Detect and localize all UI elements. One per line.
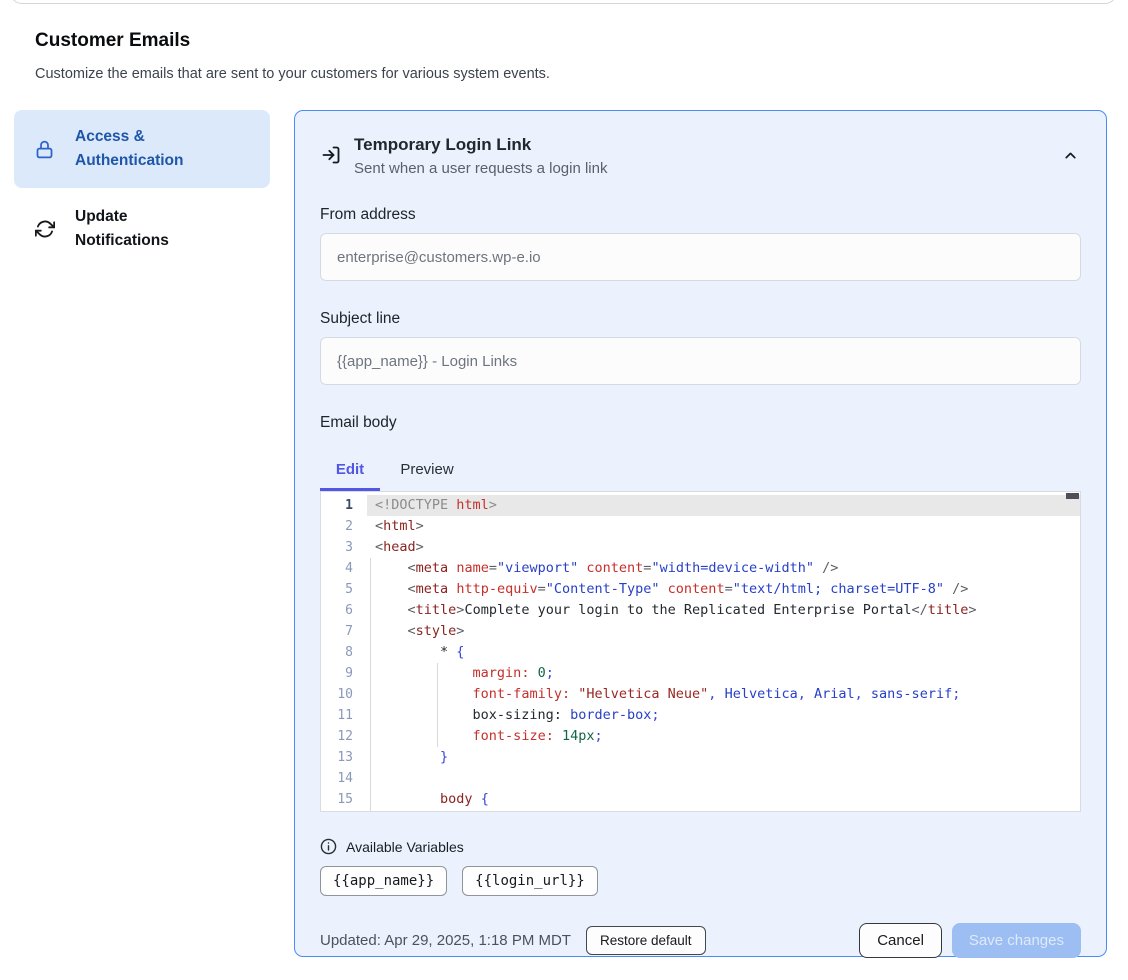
cancel-button[interactable]: Cancel bbox=[859, 923, 942, 958]
sidebar-item-label: Access & Authentication bbox=[75, 125, 225, 173]
line-number: 14 bbox=[321, 768, 367, 789]
indent-guide bbox=[370, 558, 371, 811]
line-number: 4 bbox=[321, 558, 367, 579]
code-line-content: box-sizing: border-box; bbox=[367, 705, 1080, 726]
from-address-label: From address bbox=[320, 206, 1081, 224]
code-line[interactable]: 6 <title>Complete your login to the Repl… bbox=[321, 600, 1080, 621]
from-address-input[interactable] bbox=[320, 233, 1081, 281]
code-line[interactable]: 15 body { bbox=[321, 789, 1080, 810]
line-number: 3 bbox=[321, 537, 367, 558]
code-line-content: <style> bbox=[367, 621, 1080, 642]
code-line-content: <html> bbox=[367, 516, 1080, 537]
line-number: 15 bbox=[321, 789, 367, 810]
code-line[interactable]: 16 background-color: #f6f9fc; bbox=[321, 810, 1080, 812]
sidebar: Access & Authentication Update Notificat… bbox=[14, 110, 270, 253]
tab-edit[interactable]: Edit bbox=[320, 455, 380, 488]
chevron-up-icon bbox=[1062, 147, 1079, 164]
code-line[interactable]: 12 font-size: 14px; bbox=[321, 726, 1080, 747]
code-line[interactable]: 4 <meta name="viewport" content="width=d… bbox=[321, 558, 1080, 579]
variable-chips: {{app_name}} {{login_url}} bbox=[320, 866, 1081, 896]
collapse-panel-button[interactable] bbox=[1062, 147, 1079, 164]
code-line-content: <title>Complete your login to the Replic… bbox=[367, 600, 1080, 621]
panel-footer: Updated: Apr 29, 2025, 1:18 PM MDT Resto… bbox=[320, 923, 1081, 958]
available-variables-label: Available Variables bbox=[346, 839, 464, 855]
sidebar-item-access-authentication[interactable]: Access & Authentication bbox=[14, 110, 270, 188]
code-line-content bbox=[367, 768, 1080, 789]
tab-preview[interactable]: Preview bbox=[389, 455, 465, 488]
code-line-content: body { bbox=[367, 789, 1080, 810]
subject-line-input[interactable] bbox=[320, 337, 1081, 385]
variable-chip-app-name[interactable]: {{app_name}} bbox=[320, 866, 447, 896]
info-icon bbox=[320, 838, 337, 855]
sidebar-item-update-notifications[interactable]: Update Notifications bbox=[14, 205, 270, 253]
line-number: 13 bbox=[321, 747, 367, 768]
panel-header: Temporary Login Link Sent when a user re… bbox=[320, 135, 1081, 177]
code-line[interactable]: 3<head> bbox=[321, 537, 1080, 558]
code-line[interactable]: 11 box-sizing: border-box; bbox=[321, 705, 1080, 726]
panel-subtitle: Sent when a user requests a login link bbox=[354, 160, 607, 177]
line-number: 1 bbox=[321, 495, 367, 516]
code-line[interactable]: 5 <meta http-equiv="Content-Type" conten… bbox=[321, 579, 1080, 600]
line-number: 16 bbox=[321, 810, 367, 812]
save-changes-button[interactable]: Save changes bbox=[952, 923, 1081, 958]
subject-line-label: Subject line bbox=[320, 310, 1081, 328]
code-line-content: font-size: 14px; bbox=[367, 726, 1080, 747]
refresh-icon bbox=[14, 219, 75, 239]
code-line[interactable]: 8 * { bbox=[321, 642, 1080, 663]
login-icon bbox=[321, 145, 341, 177]
line-number: 8 bbox=[321, 642, 367, 663]
indent-guide bbox=[437, 663, 438, 747]
page-subtitle: Customize the emails that are sent to yo… bbox=[35, 66, 550, 82]
code-line[interactable]: 1<!DOCTYPE html> bbox=[321, 495, 1080, 516]
panel-title: Temporary Login Link bbox=[354, 135, 607, 155]
line-number: 10 bbox=[321, 684, 367, 705]
updated-timestamp: Updated: Apr 29, 2025, 1:18 PM MDT bbox=[320, 932, 571, 949]
line-number: 12 bbox=[321, 726, 367, 747]
code-line-content: background-color: #f6f9fc; bbox=[367, 810, 1080, 812]
code-line[interactable]: 14 bbox=[321, 768, 1080, 789]
code-line-content: <meta name="viewport" content="width=dev… bbox=[367, 558, 1080, 579]
previous-card-edge bbox=[10, 0, 1117, 4]
code-line-content: <meta http-equiv="Content-Type" content=… bbox=[367, 579, 1080, 600]
line-number: 9 bbox=[321, 663, 367, 684]
code-line[interactable]: 13 } bbox=[321, 747, 1080, 768]
code-line-content: } bbox=[367, 747, 1080, 768]
code-line[interactable]: 10 font-family: "Helvetica Neue", Helvet… bbox=[321, 684, 1080, 705]
code-editor-lines: 1<!DOCTYPE html>2<html>3<head>4 <meta na… bbox=[321, 495, 1080, 812]
code-line-content: * { bbox=[367, 642, 1080, 663]
available-variables-row: Available Variables bbox=[320, 838, 1081, 855]
line-number: 5 bbox=[321, 579, 367, 600]
line-number: 11 bbox=[321, 705, 367, 726]
code-line[interactable]: 7 <style> bbox=[321, 621, 1080, 642]
code-line-content: margin: 0; bbox=[367, 663, 1080, 684]
sidebar-item-label: Update Notifications bbox=[75, 205, 225, 253]
email-body-tabs: Edit Preview bbox=[320, 455, 1081, 488]
page-title: Customer Emails bbox=[35, 30, 190, 52]
panel-header-text: Temporary Login Link Sent when a user re… bbox=[354, 135, 607, 177]
lock-icon bbox=[14, 139, 75, 160]
code-editor[interactable]: 1<!DOCTYPE html>2<html>3<head>4 <meta na… bbox=[320, 491, 1081, 812]
code-line-content: font-family: "Helvetica Neue", Helvetica… bbox=[367, 684, 1080, 705]
code-line[interactable]: 9 margin: 0; bbox=[321, 663, 1080, 684]
editor-scrollbar-thumb[interactable] bbox=[1066, 493, 1079, 499]
variable-chip-login-url[interactable]: {{login_url}} bbox=[462, 866, 598, 896]
line-number: 7 bbox=[321, 621, 367, 642]
email-settings-panel: Temporary Login Link Sent when a user re… bbox=[294, 110, 1107, 957]
footer-actions: Cancel Save changes bbox=[859, 923, 1081, 958]
code-line-content: <head> bbox=[367, 537, 1080, 558]
line-number: 2 bbox=[321, 516, 367, 537]
line-number: 6 bbox=[321, 600, 367, 621]
code-line-content: <!DOCTYPE html> bbox=[367, 495, 1080, 516]
email-body-label: Email body bbox=[320, 414, 1081, 432]
restore-default-button[interactable]: Restore default bbox=[586, 926, 706, 955]
code-line[interactable]: 2<html> bbox=[321, 516, 1080, 537]
page: Customer Emails Customize the emails tha… bbox=[0, 0, 1128, 980]
